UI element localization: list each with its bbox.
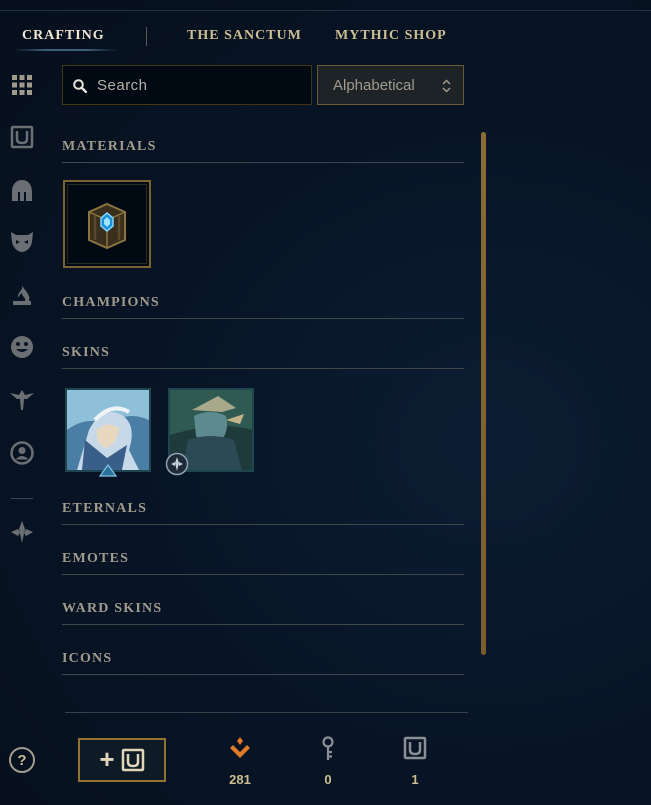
help-button[interactable]: ? <box>9 747 35 773</box>
search-input[interactable] <box>97 66 297 104</box>
grid-icon[interactable] <box>8 71 36 99</box>
flame-icon[interactable] <box>8 282 36 310</box>
section-divider <box>62 524 464 525</box>
chest-icon <box>395 736 435 765</box>
section-divider <box>62 368 464 369</box>
orange-essence-count: 281 <box>229 772 251 787</box>
plus-icon: + <box>99 744 115 774</box>
section-eternals-title: ETERNALS <box>62 501 148 516</box>
search-icon <box>73 79 87 93</box>
bottom-divider <box>65 712 468 713</box>
section-divider <box>62 624 464 625</box>
ward-icon[interactable] <box>8 386 36 414</box>
top-divider <box>0 10 651 11</box>
key-icon <box>308 736 348 767</box>
section-ward-skins-title: WARD SKINS <box>62 601 163 616</box>
smiley-icon[interactable] <box>8 333 36 361</box>
section-emotes-title: EMOTES <box>62 551 130 566</box>
skin-splash-image <box>67 390 149 470</box>
sidebar-divider <box>11 498 33 499</box>
section-divider <box>62 162 464 163</box>
profile-icon[interactable] <box>8 439 36 467</box>
chest-count: 1 <box>411 772 419 787</box>
active-tab-indicator <box>14 49 118 51</box>
chroma-badge-icon <box>165 452 189 476</box>
craft-key-chest-button[interactable]: + <box>78 738 166 782</box>
key-count: 0 <box>324 772 332 787</box>
top-navigation: CRAFTING THE SANCTUM MYTHIC SHOP <box>0 26 651 51</box>
helmet-icon[interactable] <box>8 177 36 205</box>
tab-the-sanctum[interactable]: THE SANCTUM <box>187 28 302 44</box>
skin-shard-tile[interactable] <box>65 388 151 472</box>
tab-separator <box>146 27 147 46</box>
sort-selected-label: Alphabetical <box>333 77 415 94</box>
tab-crafting[interactable]: CRAFTING <box>22 28 105 44</box>
scrollbar[interactable] <box>481 132 486 655</box>
section-icons-title: ICONS <box>62 651 113 666</box>
help-label: ? <box>17 751 27 769</box>
material-hextech-chest[interactable] <box>63 180 151 268</box>
eternals-icon[interactable] <box>8 518 36 546</box>
section-materials-title: MATERIALS <box>62 139 157 154</box>
chest-icon <box>121 748 144 772</box>
tab-mythic-shop[interactable]: MYTHIC SHOP <box>335 28 447 44</box>
section-skins-title: SKINS <box>62 345 111 360</box>
section-divider <box>62 574 464 575</box>
section-champions-title: CHAMPIONS <box>62 295 160 310</box>
sort-dropdown[interactable]: Alphabetical <box>317 65 464 105</box>
section-divider <box>62 674 464 675</box>
mask-icon[interactable] <box>8 228 36 256</box>
chest-icon[interactable] <box>8 123 36 151</box>
rarity-triangle-icon <box>98 464 118 477</box>
updown-chevron-icon <box>442 79 451 93</box>
hextech-chest-icon <box>88 202 126 250</box>
section-divider <box>62 318 464 319</box>
orange-essence-icon <box>220 736 260 765</box>
search-box[interactable] <box>62 65 312 105</box>
